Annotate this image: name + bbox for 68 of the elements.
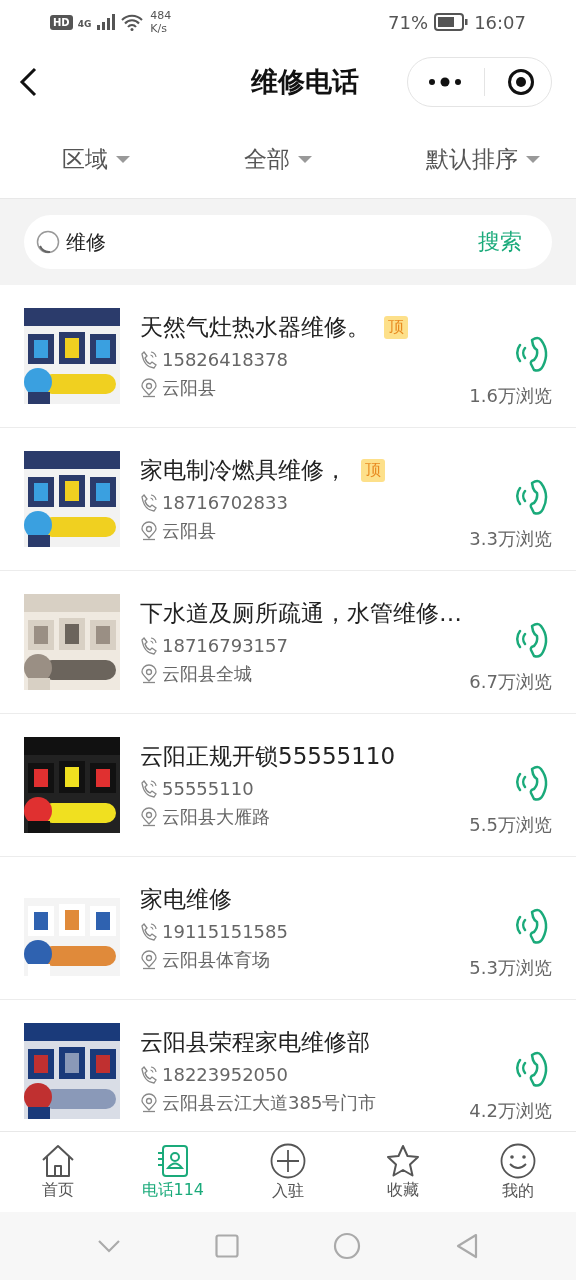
battery-icon <box>434 13 469 31</box>
phone-icon <box>140 635 158 656</box>
close-target-icon[interactable] <box>507 68 535 96</box>
back-icon[interactable] <box>18 67 38 97</box>
view-count: 1.6万浏览 <box>469 384 552 408</box>
phone-number: 18716793157 <box>162 635 288 656</box>
view-count: 5.5万浏览 <box>469 813 552 837</box>
home-circle-icon[interactable] <box>333 1232 361 1260</box>
location-text: 云阳县体育场 <box>162 948 270 972</box>
wifi-icon <box>121 13 144 31</box>
top-badge: 顶 <box>384 316 408 339</box>
search-icon <box>36 230 60 254</box>
view-count: 6.7万浏览 <box>469 670 552 694</box>
back-triangle-icon[interactable] <box>455 1233 479 1259</box>
location-pin-icon <box>140 664 158 684</box>
location-text: 云阳县大雁路 <box>162 805 270 829</box>
clock: 16:07 <box>474 11 526 33</box>
location-text: 云阳县云江大道385号门市 <box>162 1091 377 1115</box>
more-icon[interactable] <box>428 77 462 87</box>
phone-number: 55555110 <box>162 778 254 799</box>
filter-dropdown[interactable]: 区域 <box>62 143 130 175</box>
phone-icon <box>140 921 158 942</box>
listing-title[interactable]: 云阳正规开锁55555110 <box>140 741 396 772</box>
listing-title[interactable]: 家电维修 <box>140 884 232 915</box>
phone-icon <box>140 1064 158 1085</box>
contacts-book-icon <box>156 1143 189 1178</box>
location-pin-icon <box>140 1093 158 1113</box>
listing-title[interactable]: 天然气灶热水器维修。 <box>140 312 370 343</box>
filter-dropdown[interactable]: 全部 <box>244 143 312 175</box>
phone-number: 18223952050 <box>162 1064 288 1085</box>
phone-icon <box>140 349 158 370</box>
phone-icon <box>140 778 158 799</box>
view-count: 5.3万浏览 <box>469 956 552 980</box>
recents-icon[interactable] <box>215 1234 239 1258</box>
tab-bar-item[interactable]: 我的 <box>468 1142 569 1202</box>
speed-value: 484 <box>150 9 172 22</box>
view-count: 4.2万浏览 <box>469 1099 552 1123</box>
battery-percent: 71% <box>388 11 429 33</box>
listing-title[interactable]: 云阳县荣程家电维修部 <box>140 1027 370 1058</box>
page-title: 维修电话 <box>251 65 359 99</box>
phone-number: 18716702833 <box>162 492 288 513</box>
location-pin-icon <box>140 950 158 970</box>
phone-number: 15826418378 <box>162 349 288 370</box>
signal-icon <box>96 14 117 30</box>
tab-bar-item[interactable]: 收藏 <box>353 1143 454 1201</box>
filter-dropdown[interactable]: 默认排序 <box>426 143 540 175</box>
location-text: 云阳县全城 <box>162 662 252 686</box>
phone-number: 19115151585 <box>162 921 288 942</box>
location-pin-icon <box>140 378 158 398</box>
view-count: 3.3万浏览 <box>469 527 552 551</box>
plus-circle-icon <box>269 1142 306 1179</box>
chevron-down-icon[interactable] <box>97 1239 121 1253</box>
location-text: 云阳县 <box>162 519 216 543</box>
listing-title[interactable]: 下水道及厕所疏通，水管维修… <box>140 598 462 629</box>
network-type: 4G <box>77 19 92 29</box>
speed-unit: K/s <box>150 22 168 35</box>
location-pin-icon <box>140 521 158 541</box>
tab-bar-item[interactable]: 入驻 <box>237 1142 338 1202</box>
star-icon <box>385 1143 422 1178</box>
top-badge: 顶 <box>361 459 385 482</box>
hd-indicator: HD <box>50 14 73 30</box>
location-pin-icon <box>140 807 158 827</box>
phone-icon <box>140 492 158 513</box>
smiley-icon <box>500 1142 537 1179</box>
listing-title[interactable]: 家电制冷燃具维修， <box>140 455 347 486</box>
search-field[interactable]: 维修 搜索 <box>24 215 552 269</box>
tab-bar-item[interactable]: 首页 <box>7 1143 108 1201</box>
location-text: 云阳县 <box>162 376 216 400</box>
